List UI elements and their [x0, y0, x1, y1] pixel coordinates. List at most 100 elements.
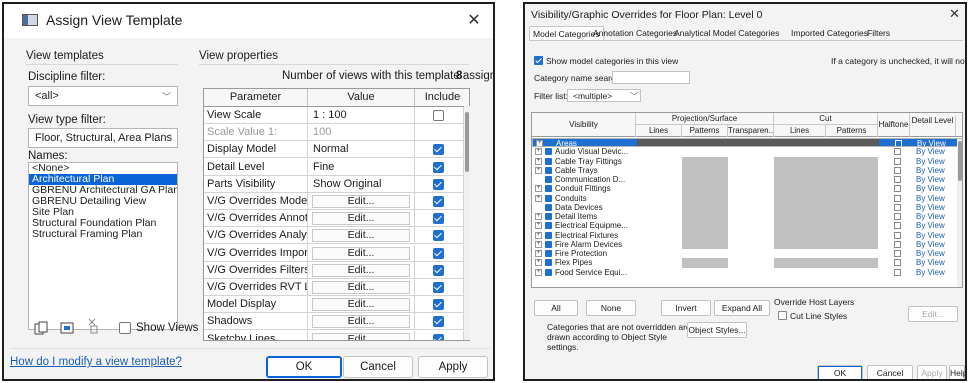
detail-level-value[interactable]: By View — [916, 212, 945, 221]
tab-analytical-model-categories[interactable]: Analytical Model Categories — [671, 26, 782, 40]
expand-icon[interactable]: + — [535, 148, 542, 156]
halftone-checkbox[interactable] — [894, 240, 901, 248]
detail-level-value[interactable]: By View — [917, 139, 946, 146]
halftone-checkbox[interactable] — [894, 213, 901, 220]
include-checkbox[interactable] — [433, 333, 444, 340]
category-row[interactable]: + Conduit Fittings By View — [532, 184, 962, 194]
detail-level-value[interactable]: By View — [916, 147, 945, 156]
include-checkbox[interactable] — [433, 247, 444, 259]
category-visibility-checkbox[interactable] — [545, 203, 552, 211]
expand-icon[interactable]: + — [535, 240, 542, 248]
include-checkbox[interactable] — [433, 178, 444, 190]
edit-button[interactable]: Edit... — [312, 298, 410, 312]
edit-button[interactable]: Edit... — [312, 315, 410, 329]
include-checkbox[interactable] — [433, 282, 444, 293]
category-row[interactable]: Data Devices By View — [532, 202, 962, 212]
detail-level-value[interactable]: By View — [916, 194, 945, 203]
expand-icon[interactable]: + — [535, 222, 542, 230]
category-visibility-checkbox[interactable] — [545, 240, 552, 248]
detail-level-value[interactable]: By View — [916, 268, 945, 277]
halftone-checkbox[interactable] — [895, 140, 902, 147]
expand-icon[interactable]: + — [535, 231, 542, 239]
halftone-checkbox[interactable] — [894, 203, 901, 211]
filter-list-dropdown[interactable]: <multiple> ﹀ — [567, 89, 641, 102]
halftone-checkbox[interactable] — [894, 250, 901, 257]
tab-annotation-categories[interactable]: Annotation Categories — [590, 26, 680, 40]
category-visibility-checkbox[interactable] — [545, 157, 552, 165]
category-row[interactable]: + Detail Items By View — [532, 212, 962, 222]
category-row[interactable]: Communication D... By View — [532, 175, 962, 185]
category-row[interactable]: + Cable Trays By View — [532, 165, 962, 175]
duplicate-icon[interactable] — [34, 321, 48, 335]
include-checkbox[interactable] — [433, 264, 444, 276]
category-visibility-checkbox[interactable] — [545, 259, 552, 267]
category-visibility-checkbox[interactable] — [545, 222, 552, 230]
include-checkbox[interactable] — [433, 110, 444, 121]
category-visibility-checkbox[interactable] — [545, 250, 552, 257]
expand-icon[interactable]: + — [535, 259, 542, 267]
help-link[interactable]: How do I modify a view template? — [10, 356, 182, 368]
detail-level-value[interactable]: By View — [916, 221, 945, 230]
category-row[interactable]: + Conduits By View — [532, 193, 962, 203]
edit-button[interactable]: Edit... — [312, 212, 410, 226]
names-list[interactable]: <None> Architectural Plan GBRENU Architect… — [28, 162, 178, 330]
halftone-checkbox[interactable] — [894, 185, 901, 193]
detail-level-value[interactable]: By View — [916, 203, 945, 212]
view-type-filter-dropdown[interactable]: Floor, Structural, Area Plans ﹀ — [28, 128, 178, 148]
edit-button[interactable]: Edit... — [312, 246, 410, 260]
detail-level-value[interactable]: By View — [916, 166, 945, 175]
category-row[interactable]: + Flex Pipes By View — [532, 258, 962, 268]
include-checkbox[interactable] — [433, 144, 444, 156]
category-row[interactable]: + Electrical Equipme... By View — [532, 221, 962, 231]
category-row[interactable]: + Cable Tray Fittings By View — [532, 156, 962, 166]
edit-button[interactable]: Edit... — [312, 263, 410, 277]
category-visibility-checkbox[interactable] — [545, 185, 552, 193]
halftone-checkbox[interactable] — [894, 157, 901, 165]
expand-icon[interactable]: + — [535, 157, 542, 165]
include-checkbox[interactable] — [433, 161, 444, 173]
detail-level-value[interactable]: By View — [916, 240, 945, 249]
tab-filters[interactable]: Filters — [864, 26, 893, 40]
category-visibility-checkbox[interactable] — [545, 148, 552, 156]
close-button[interactable]: ✕ — [462, 10, 486, 32]
category-visibility-checkbox[interactable] — [545, 231, 552, 239]
category-row[interactable]: + Fire Protection By View — [532, 249, 962, 258]
names-list-item[interactable]: Structural Framing Plan — [29, 229, 177, 240]
tab-imported-categories[interactable]: Imported Categories — [788, 26, 871, 40]
grid-scrollbar[interactable] — [957, 139, 962, 287]
edit-button[interactable]: Edit... — [312, 229, 410, 243]
category-row[interactable]: + Audio Visual Devic... By View — [532, 147, 962, 156]
expand-all-button[interactable]: Expand All — [714, 300, 770, 316]
category-row[interactable]: + Electrical Fixtures By View — [532, 230, 962, 240]
category-visibility-checkbox[interactable] — [545, 194, 552, 202]
edit-button[interactable]: Edit... — [312, 332, 410, 340]
detail-level-value[interactable]: By View — [916, 184, 945, 193]
help-button[interactable]: Help — [949, 365, 965, 379]
object-styles-button[interactable]: Object Styles... — [687, 322, 747, 338]
expand-icon[interactable]: + — [535, 166, 542, 174]
cancel-button[interactable]: Cancel — [343, 356, 413, 378]
include-checkbox[interactable] — [433, 230, 444, 242]
ok-button[interactable]: OK — [266, 356, 342, 378]
detail-level-value[interactable]: By View — [916, 231, 945, 240]
rename-icon[interactable] — [60, 321, 74, 335]
show-views-checkbox[interactable] — [119, 322, 131, 334]
value-cell[interactable]: Show Original — [308, 175, 415, 193]
include-checkbox[interactable] — [433, 299, 444, 311]
category-visibility-checkbox[interactable] — [545, 176, 552, 183]
edit-button[interactable]: Edit... — [312, 281, 410, 294]
override-cells[interactable] — [637, 139, 879, 147]
include-checkbox[interactable] — [433, 196, 444, 207]
expand-icon[interactable]: + — [535, 250, 542, 257]
value-cell[interactable]: Normal — [308, 141, 415, 159]
expand-icon[interactable]: + — [535, 213, 542, 220]
expand-icon[interactable]: + — [535, 268, 542, 276]
category-visibility-checkbox[interactable] — [545, 268, 552, 276]
cut-line-styles-edit-button[interactable]: Edit... — [908, 306, 958, 322]
halftone-checkbox[interactable] — [894, 194, 901, 202]
expand-icon[interactable]: + — [535, 185, 542, 193]
halftone-checkbox[interactable] — [894, 166, 901, 174]
halftone-checkbox[interactable] — [894, 148, 901, 156]
category-row[interactable]: + Fire Alarm Devices By View — [532, 239, 962, 249]
detail-level-value[interactable]: By View — [916, 249, 945, 258]
